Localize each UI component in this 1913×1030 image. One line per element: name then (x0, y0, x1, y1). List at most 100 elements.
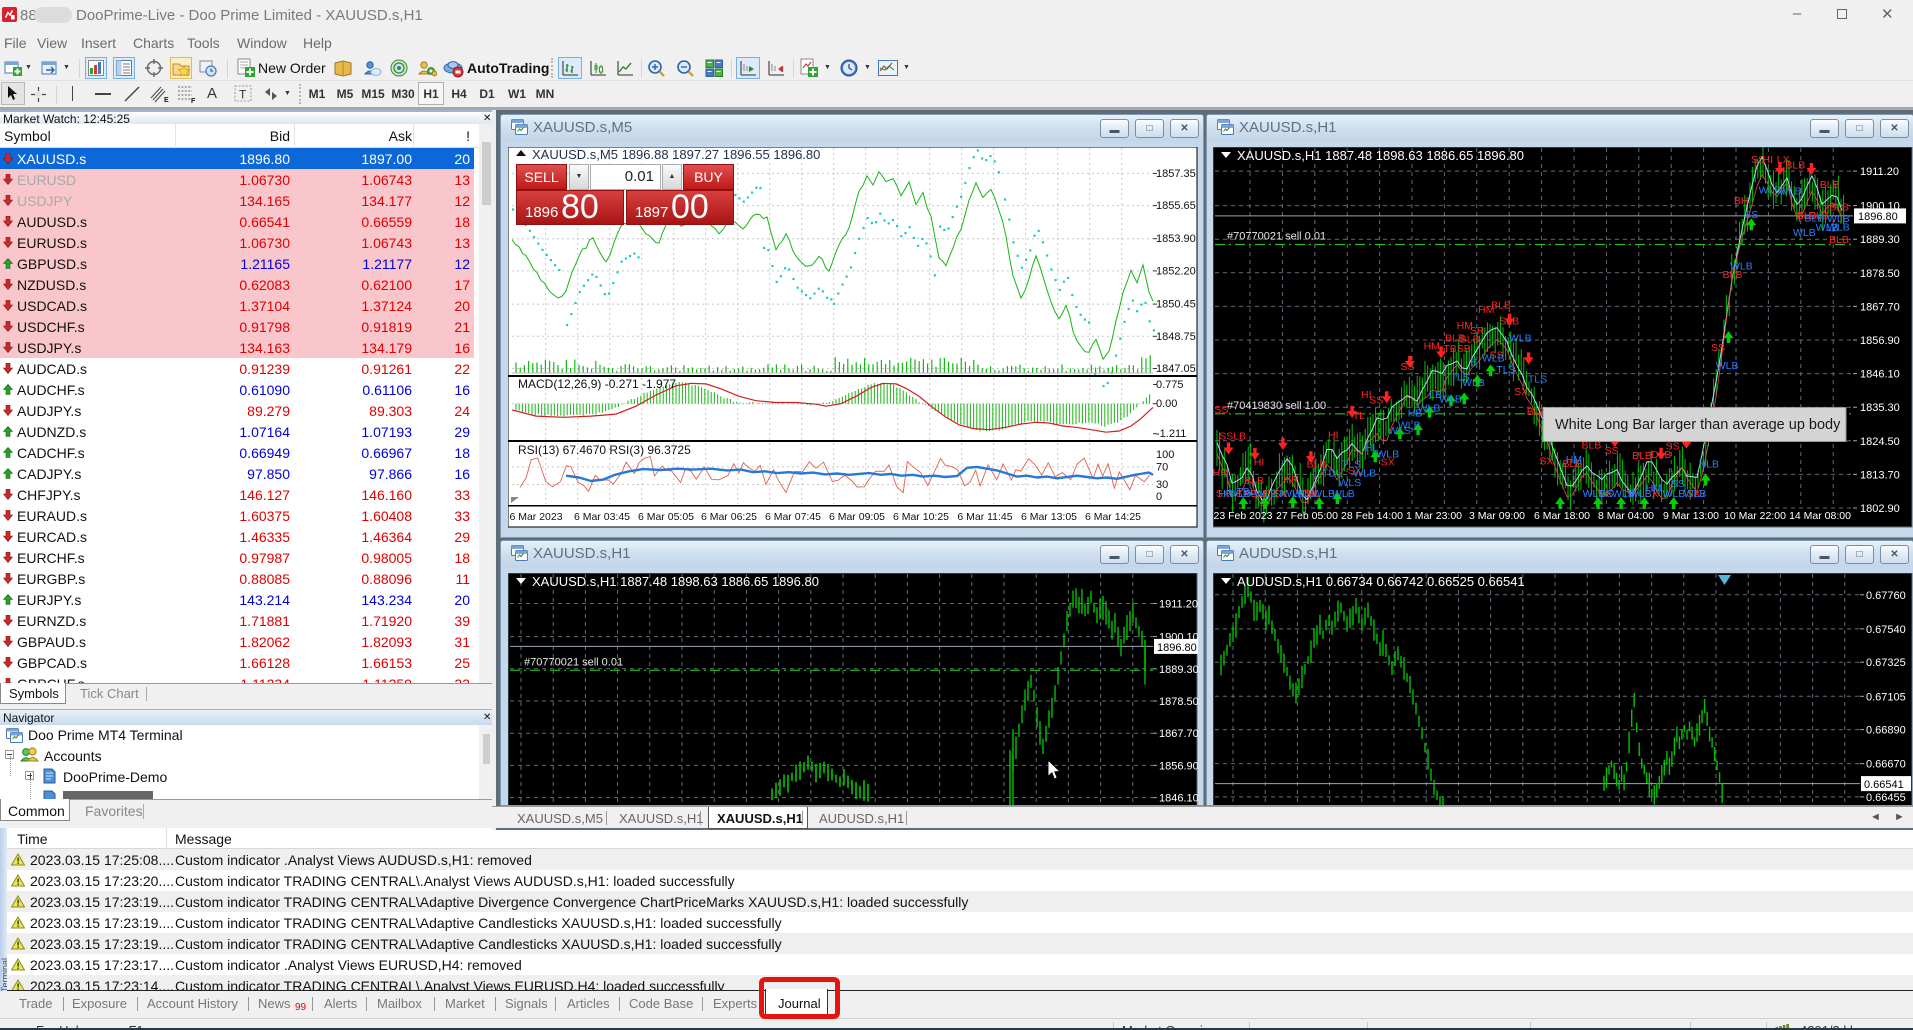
svg-text:WLB: WLB (1439, 394, 1462, 406)
svg-text:BLB: BLB (1829, 202, 1849, 214)
svg-text:6 Mar 14:25: 6 Mar 14:25 (1085, 511, 1141, 523)
svg-text:6 Mar 13:05: 6 Mar 13:05 (1021, 511, 1077, 523)
svg-text:1853.90: 1853.90 (1156, 233, 1196, 245)
svg-text:70: 70 (1156, 461, 1168, 473)
svg-text:3 Mar 09:00: 3 Mar 09:00 (1469, 510, 1525, 522)
svg-text:1889.30: 1889.30 (1860, 234, 1900, 246)
svg-text:#70770021 sell 0.01: #70770021 sell 0.01 (524, 656, 623, 668)
svg-text:WLB: WLB (1730, 261, 1753, 273)
svg-text:1867.70: 1867.70 (1159, 728, 1198, 740)
svg-text:#70419830 sell 1.00: #70419830 sell 1.00 (1227, 400, 1326, 412)
svg-text:WLB: WLB (1482, 353, 1505, 365)
svg-text:1911.20: 1911.20 (1860, 166, 1899, 178)
svg-text:0.00: 0.00 (1156, 398, 1177, 410)
svg-text:NLB: NLB (1699, 458, 1719, 470)
svg-text:BLB: BLB (1785, 159, 1805, 171)
svg-text:6 Mar 03:45: 6 Mar 03:45 (574, 511, 630, 523)
svg-text:1855.65: 1855.65 (1156, 200, 1196, 212)
svg-text:0.67540: 0.67540 (1866, 624, 1906, 636)
svg-text:1889.30: 1889.30 (1159, 664, 1198, 676)
svg-text:1878.50: 1878.50 (1860, 268, 1900, 280)
svg-text:9 Mar 13:00: 9 Mar 13:00 (1663, 510, 1719, 522)
svg-text:WLB: WLB (1684, 488, 1707, 500)
svg-text:1856.90: 1856.90 (1860, 335, 1900, 347)
svg-text:6 Mar 07:45: 6 Mar 07:45 (765, 511, 821, 523)
svg-text:0.66890: 0.66890 (1866, 725, 1906, 737)
svg-text:WLB: WLB (1398, 420, 1421, 432)
svg-text:1802.90: 1802.90 (1860, 503, 1900, 515)
svg-text:TLS: TLS (1496, 364, 1515, 376)
svg-text:HR: HR (1284, 474, 1300, 486)
svg-text:SS: SS (1711, 342, 1725, 354)
svg-text:0.66541: 0.66541 (1864, 779, 1904, 791)
svg-text:WLB: WLB (1332, 488, 1355, 500)
svg-text:HI: HI (1763, 154, 1774, 166)
svg-text:SS: SS (1744, 209, 1758, 221)
svg-text:0.66455: 0.66455 (1866, 792, 1906, 804)
svg-text:1847.05: 1847.05 (1156, 363, 1196, 375)
svg-text:-1.211: -1.211 (1156, 428, 1186, 440)
svg-text:1846.10: 1846.10 (1159, 793, 1198, 805)
svg-text:10 Mar 22:00: 10 Mar 22:00 (1724, 510, 1786, 522)
svg-text:WLB: WLB (1255, 488, 1278, 500)
svg-text:SS: SS (1605, 445, 1619, 457)
svg-text:1896.80: 1896.80 (1858, 211, 1898, 223)
svg-text:1835.30: 1835.30 (1860, 402, 1900, 414)
svg-text:6 Mar 18:00: 6 Mar 18:00 (1534, 510, 1590, 522)
svg-text:28 Feb 14:00: 28 Feb 14:00 (1341, 510, 1403, 522)
svg-text:0.66670: 0.66670 (1866, 759, 1906, 771)
svg-text:AUDUSD.s,H1 0.66734 0.66742 0: AUDUSD.s,H1 0.66734 0.66742 0.66525 0.66… (1237, 574, 1525, 589)
svg-text:SLB: SLB (1499, 315, 1519, 327)
svg-text:WLB: WLB (1418, 402, 1441, 414)
svg-text:1846.10: 1846.10 (1860, 369, 1900, 381)
svg-text:B: B (1470, 357, 1477, 369)
svg-text:TBL: TBL (1236, 486, 1255, 498)
svg-text:0.67760: 0.67760 (1866, 590, 1906, 602)
svg-text:HI: HI (1328, 430, 1339, 442)
svg-text:8 Mar 04:00: 8 Mar 04:00 (1598, 510, 1654, 522)
svg-text:HR: HR (1213, 467, 1228, 479)
svg-text:MACD(12,26,9) -0.271 -1.977: MACD(12,26,9) -0.271 -1.977 (518, 377, 676, 391)
svg-text:SS: SS (1369, 395, 1383, 407)
svg-text:1857.35: 1857.35 (1156, 168, 1196, 180)
svg-text:#70770021 sell 0.01: #70770021 sell 0.01 (1227, 231, 1326, 243)
svg-text:0: 0 (1156, 491, 1162, 503)
svg-text:SX: SX (1539, 455, 1553, 467)
svg-text:White Long Bar larger than ave: White Long Bar larger than average up bo… (1555, 417, 1841, 433)
svg-text:XAUUSD.s,H1 1887.48 1898.63 1: XAUUSD.s,H1 1887.48 1898.63 1886.65 1896… (532, 574, 819, 589)
svg-text:100: 100 (1156, 449, 1174, 461)
svg-text:WLB: WLB (1827, 222, 1850, 234)
svg-text:0.775: 0.775 (1156, 379, 1184, 391)
svg-text:1848.75: 1848.75 (1156, 331, 1196, 343)
svg-text:T: T (239, 88, 247, 102)
svg-text:RSI(13) 67.4670 RSI(3) 96.372: RSI(13) 67.4670 RSI(3) 96.3725 (518, 443, 691, 457)
svg-text:27 Feb 05:00: 27 Feb 05:00 (1276, 510, 1338, 522)
svg-text:0.67325: 0.67325 (1866, 657, 1906, 669)
svg-text:SSLB: SSLB (1219, 430, 1246, 442)
svg-text:1911.20: 1911.20 (1159, 599, 1198, 611)
svg-text:BH: BH (1734, 195, 1749, 207)
svg-text:WLB: WLB (1353, 467, 1376, 479)
svg-text:6 Mar 10:25: 6 Mar 10:25 (893, 511, 949, 523)
svg-text:1850.45: 1850.45 (1156, 299, 1196, 311)
svg-text:SS: SS (1214, 404, 1228, 416)
svg-text:1 Mar 23:00: 1 Mar 23:00 (1406, 510, 1462, 522)
svg-text:TL: TL (1353, 410, 1365, 422)
svg-text:1867.70: 1867.70 (1860, 301, 1900, 313)
svg-text:HM: HM (1566, 454, 1582, 466)
svg-text:6 Mar 09:05: 6 Mar 09:05 (829, 511, 885, 523)
svg-text:SS: SS (1401, 361, 1415, 373)
svg-text:BLB: BLB (1491, 300, 1511, 312)
svg-text:WLB: WLB (1779, 186, 1802, 198)
svg-text:HM: HM (1646, 483, 1662, 495)
svg-text:BLB: BLB (1632, 450, 1652, 462)
svg-text:XAUUSD.s,M5 1896.88 1897.27 1: XAUUSD.s,M5 1896.88 1897.27 1896.55 1896… (532, 147, 820, 162)
svg-text:HR: HR (1218, 488, 1234, 500)
svg-text:BLB: BLB (1829, 234, 1849, 246)
svg-text:6 Mar 05:05: 6 Mar 05:05 (638, 511, 694, 523)
svg-text:TLS: TLS (1528, 374, 1547, 386)
svg-text:WLB: WLB (1793, 227, 1816, 239)
svg-text:SX: SX (1514, 386, 1528, 398)
svg-text:E: E (164, 97, 169, 103)
svg-text:HI: HI (1254, 457, 1265, 469)
